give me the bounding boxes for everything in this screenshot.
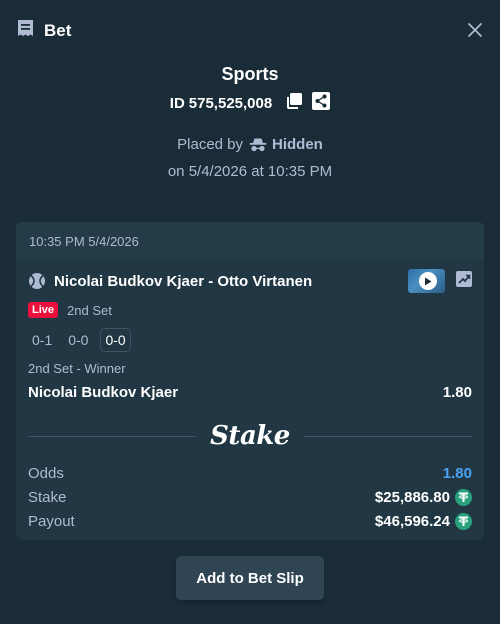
copy-icon [287, 93, 303, 109]
bet-card: 10:35 PM 5/4/2026 Nicolai Budkov Kjaer -… [16, 222, 484, 540]
selection-name: Nicolai Budkov Kjaer [28, 384, 179, 401]
header-left: Bet [16, 19, 71, 43]
stake-value: $25,886.80 [374, 488, 450, 506]
bet-timestamp: 10:35 PM 5/4/2026 [16, 222, 484, 260]
incognito-icon [249, 138, 267, 151]
bet-id-label: ID [169, 94, 185, 112]
odds-row: Odds 1.80 [28, 461, 472, 485]
stake-amount: $25,886.80 [374, 488, 472, 506]
current-period: 2nd Set [67, 302, 112, 318]
placed-by-row: Placed by Hidden [0, 136, 500, 153]
brand-divider: Stake [28, 421, 473, 451]
divider-left [28, 435, 197, 437]
share-button[interactable] [312, 92, 331, 114]
tether-icon [455, 512, 472, 530]
market-name: 2nd Set - Winner [28, 361, 126, 376]
bet-summary: Sports ID 575,525,008 Placed by Hidden o… [0, 64, 500, 180]
status-row: Live 2nd Set [28, 300, 472, 320]
divider-right [303, 435, 473, 437]
odds-value: 1.80 [442, 464, 472, 482]
modal-title: Bet [44, 21, 72, 40]
event-row: Nicolai Budkov Kjaer - Otto Virtanen [28, 262, 472, 300]
payout-row: Payout $46,596.24 [28, 509, 472, 533]
tennis-ball-icon [29, 273, 45, 289]
close-button[interactable] [466, 21, 484, 39]
set-score-2: 0-0 [68, 332, 89, 348]
current-game-score: 0-0 [100, 328, 131, 352]
share-icon [312, 92, 331, 110]
placed-by-label: Placed by [177, 136, 244, 153]
copy-button[interactable] [285, 92, 303, 114]
live-badge: Live [28, 302, 59, 318]
placed-by-username: Hidden [272, 136, 323, 153]
event-actions [408, 269, 472, 293]
payout-value: $46,596.24 [374, 512, 450, 530]
odds-label: Odds [28, 464, 64, 482]
payout-amount: $46,596.24 [374, 512, 472, 530]
play-icon [419, 272, 437, 290]
bet-card-body: Nicolai Budkov Kjaer - Otto Virtanen Liv… [16, 262, 484, 533]
selection-odds: 1.80 [442, 384, 472, 401]
trend-chart-icon [456, 270, 472, 287]
stats-button[interactable] [456, 270, 472, 292]
score-row: 0-1 0-0 0-0 [28, 328, 472, 352]
bet-category-title: Sports [221, 64, 279, 84]
stake-row: Stake $25,886.80 [28, 485, 472, 509]
bet-slip-icon [16, 19, 35, 43]
payout-label: Payout [28, 512, 75, 530]
close-icon [468, 23, 482, 37]
modal-header: Bet [0, 0, 500, 62]
live-stream-thumbnail[interactable] [408, 269, 445, 293]
bet-id-row: ID 575,525,008 [0, 92, 500, 114]
placed-by-user: Hidden [249, 136, 323, 153]
set-score-1: 0-1 [32, 332, 53, 348]
placed-date: on 5/4/2026 at 10:35 PM [167, 163, 333, 180]
event-name-link[interactable]: Nicolai Budkov Kjaer - Otto Virtanen [54, 273, 408, 290]
selection-row: Nicolai Budkov Kjaer 1.80 [28, 384, 472, 401]
bet-id-actions [285, 92, 331, 114]
stake-logo: Stake [210, 421, 290, 451]
add-to-bet-slip-button[interactable]: Add to Bet Slip [176, 556, 324, 600]
tether-icon [455, 488, 472, 506]
bet-id-value: 575,525,008 [188, 94, 273, 112]
stake-label: Stake [28, 488, 67, 506]
